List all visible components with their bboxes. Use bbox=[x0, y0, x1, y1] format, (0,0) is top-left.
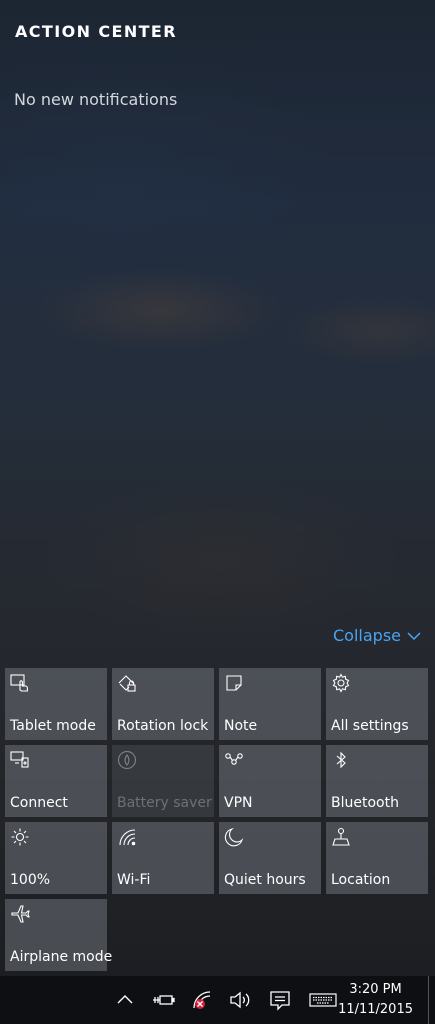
show-desktop-button[interactable] bbox=[428, 976, 429, 1024]
tile-label: Airplane mode bbox=[10, 949, 113, 965]
taskbar-clock[interactable]: 3:20 PM 11/11/2015 bbox=[338, 980, 413, 1020]
note-icon bbox=[226, 675, 242, 691]
tile-rotation-lock[interactable]: Rotation lock bbox=[112, 668, 214, 740]
tile-all-settings[interactable]: All settings bbox=[326, 668, 428, 740]
tile-label: Tablet mode bbox=[10, 718, 96, 734]
battery-saver-icon bbox=[117, 750, 137, 770]
notifications-empty-text: No new notifications bbox=[14, 90, 178, 109]
tile-tablet-mode[interactable]: Tablet mode bbox=[5, 668, 107, 740]
quick-actions-grid: Tablet mode Rotation lock Note All setti… bbox=[5, 668, 431, 971]
power-icon[interactable] bbox=[151, 988, 175, 1012]
brightness-icon bbox=[11, 828, 29, 846]
volume-icon[interactable] bbox=[228, 988, 252, 1012]
tile-quiet-hours[interactable]: Quiet hours bbox=[219, 822, 321, 894]
keyboard-icon[interactable] bbox=[309, 988, 337, 1012]
tile-label: Rotation lock bbox=[117, 718, 209, 734]
tile-label: Bluetooth bbox=[331, 795, 399, 811]
tile-label: Connect bbox=[10, 795, 68, 811]
collapse-label: Collapse bbox=[333, 626, 401, 645]
tile-label: VPN bbox=[224, 795, 253, 811]
network-disconnected-icon[interactable] bbox=[190, 988, 214, 1012]
tile-airplane-mode[interactable]: Airplane mode bbox=[5, 899, 112, 971]
chevron-down-icon bbox=[407, 631, 421, 640]
tile-location[interactable]: Location bbox=[326, 822, 428, 894]
tile-bluetooth[interactable]: Bluetooth bbox=[326, 745, 428, 817]
taskbar: 3:20 PM 11/11/2015 bbox=[0, 976, 435, 1024]
tile-connect[interactable]: Connect bbox=[5, 745, 107, 817]
tile-label: 100% bbox=[10, 872, 51, 888]
tile-label: Note bbox=[224, 718, 258, 734]
tablet-mode-icon bbox=[10, 674, 28, 692]
tile-label: All settings bbox=[331, 718, 409, 734]
tile-label: Battery saver bbox=[117, 795, 212, 811]
tile-label: Quiet hours bbox=[224, 872, 306, 888]
tile-label: Wi-Fi bbox=[117, 872, 151, 888]
action-center-icon[interactable] bbox=[268, 988, 292, 1012]
bluetooth-icon bbox=[336, 751, 346, 769]
gear-icon bbox=[332, 673, 350, 693]
wifi-icon bbox=[119, 829, 136, 846]
tile-label: Location bbox=[331, 872, 391, 888]
chevron-up-icon[interactable] bbox=[113, 988, 137, 1012]
moon-icon bbox=[224, 827, 244, 847]
rotation-lock-icon bbox=[118, 675, 136, 692]
action-center-title: ACTION CENTER bbox=[15, 22, 177, 41]
tile-note[interactable]: Note bbox=[219, 668, 321, 740]
airplane-icon bbox=[11, 905, 30, 923]
tile-wifi[interactable]: Wi-Fi bbox=[112, 822, 214, 894]
vpn-icon bbox=[225, 753, 243, 765]
location-icon bbox=[332, 827, 350, 846]
clock-date: 11/11/2015 bbox=[338, 1002, 413, 1017]
clock-time: 3:20 PM bbox=[349, 982, 402, 997]
collapse-button[interactable]: Collapse bbox=[333, 626, 421, 645]
tile-battery-saver[interactable]: Battery saver bbox=[112, 745, 214, 817]
tile-vpn[interactable]: VPN bbox=[219, 745, 321, 817]
tile-brightness[interactable]: 100% bbox=[5, 822, 107, 894]
connect-icon bbox=[10, 751, 29, 768]
